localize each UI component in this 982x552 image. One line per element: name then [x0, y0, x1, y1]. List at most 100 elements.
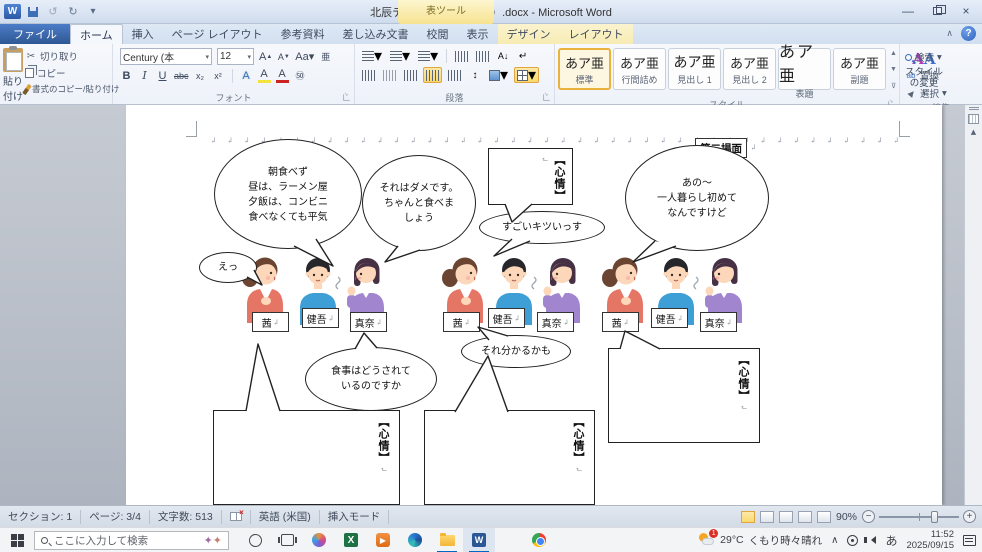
speech-bubble-anone[interactable]: あの～一人暮らし初めてなんですけど — [625, 145, 769, 251]
bullets-button[interactable]: ▾ — [360, 48, 384, 64]
enclose-characters-button[interactable]: ㊿ — [294, 68, 307, 83]
increase-indent-button[interactable] — [474, 48, 491, 64]
minimize-button[interactable]: — — [894, 2, 922, 20]
status-language[interactable]: 英語 (米国) — [251, 510, 320, 524]
sort-button[interactable]: A↓ — [495, 48, 511, 64]
tab-home[interactable]: ホーム — [70, 24, 123, 44]
view-fullscreen-button[interactable] — [760, 511, 774, 523]
align-center-button[interactable] — [381, 67, 398, 83]
status-char-count[interactable]: 文字数: 513 — [150, 510, 222, 524]
status-page[interactable]: ページ: 3/4 — [81, 510, 150, 524]
highlight-button[interactable]: A — [258, 68, 271, 83]
font-color-button[interactable]: A — [276, 68, 289, 83]
style-heading1[interactable]: あア亜見出し 1 — [668, 48, 721, 90]
speech-bubble-breakfast[interactable]: 朝食べず昼は、ラーメン屋夕飯は、コンビニ食べなくても平気 — [214, 139, 362, 249]
emotion-box-top[interactable]: 【心情】↲ — [488, 148, 573, 205]
strikethrough-button[interactable]: abc — [174, 68, 189, 83]
name-label-kengo[interactable]: 健吾↲ — [488, 308, 525, 328]
close-button[interactable]: × — [952, 2, 980, 20]
view-draft-button[interactable] — [817, 511, 831, 523]
zoom-slider[interactable] — [879, 516, 959, 518]
text-effects-button[interactable]: A — [240, 68, 253, 83]
tab-references[interactable]: 参考資料 — [272, 24, 334, 44]
file-explorer-button[interactable] — [431, 528, 463, 552]
media-player-button[interactable]: ▶ — [367, 528, 399, 552]
style-normal[interactable]: あア亜標準 — [558, 48, 611, 90]
weather-widget[interactable]: 1 29°C くもり時々晴れ — [699, 533, 822, 548]
emotion-box-left[interactable]: 【心情】↲ — [213, 410, 400, 505]
find-button[interactable]: 検索 ▾ — [903, 49, 949, 65]
grow-font-button[interactable]: A▲ — [259, 49, 272, 64]
styles-scroll-up[interactable]: ▲ — [890, 50, 897, 57]
ruby-button[interactable]: 亜 — [319, 49, 332, 64]
styles-scroll-down[interactable]: ▼ — [890, 66, 897, 73]
cortana-button[interactable] — [239, 528, 271, 552]
bold-button[interactable]: B — [120, 68, 133, 83]
speech-bubble-wakaru[interactable]: それ分かるかも — [461, 335, 571, 368]
tab-review[interactable]: 校閲 — [418, 24, 458, 44]
taskbar-search-input[interactable]: ここに入力して検索 ✦✦ — [34, 531, 229, 550]
line-spacing-button[interactable]: ↕ — [467, 67, 483, 83]
name-label-kengo[interactable]: 健吾↲ — [302, 308, 339, 328]
name-label-mana[interactable]: 真奈↲ — [537, 312, 574, 332]
view-outline-button[interactable] — [798, 511, 812, 523]
copilot-button[interactable] — [303, 528, 335, 552]
name-label-mana[interactable]: 真奈↲ — [350, 312, 387, 332]
vertical-scrollbar[interactable]: ▲ — [964, 105, 982, 505]
shading-button[interactable]: ▾ — [487, 67, 510, 83]
decrease-indent-button[interactable] — [453, 48, 470, 64]
speech-bubble-kitsui[interactable]: すごいキツいっす — [479, 211, 605, 244]
scroll-up-arrow[interactable]: ▲ — [971, 128, 976, 136]
styles-gallery-expand[interactable]: ⊽ — [891, 82, 896, 90]
tab-page-layout[interactable]: ページ レイアウト — [163, 24, 272, 44]
tab-insert[interactable]: 挿入 — [123, 24, 163, 44]
copy-button[interactable]: コピー — [23, 65, 121, 81]
excel-button[interactable]: X — [335, 528, 367, 552]
zoom-slider-thumb[interactable] — [931, 511, 938, 523]
status-section[interactable]: セクション: 1 — [0, 510, 81, 524]
save-button[interactable] — [25, 4, 41, 19]
status-insert-mode[interactable]: 挿入モード — [320, 510, 390, 524]
replace-button[interactable]: ab置換 — [903, 67, 949, 83]
speech-bubble-dame[interactable]: それはダメです。ちゃんと食べましょう — [362, 155, 476, 251]
name-label-kengo[interactable]: 健吾↲ — [651, 308, 688, 328]
notification-center-icon[interactable] — [963, 535, 976, 546]
shrink-font-button[interactable]: A▼ — [277, 49, 290, 64]
tab-table-design[interactable]: デザイン — [498, 24, 560, 44]
paragraph-dialog-launcher[interactable] — [543, 94, 549, 100]
show-marks-button[interactable]: ↵ — [515, 48, 531, 64]
justify-button[interactable] — [423, 67, 442, 83]
change-case-button[interactable]: Aa▾ — [295, 49, 314, 64]
split-handle-icon[interactable] — [969, 107, 979, 110]
help-button[interactable]: ? — [961, 26, 976, 41]
redo-button[interactable]: ↻ — [65, 4, 81, 19]
name-label-mana[interactable]: 真奈↲ — [700, 312, 737, 332]
tray-overflow-chevron[interactable]: ∧ — [831, 535, 838, 546]
subscript-button[interactable]: x₂ — [194, 68, 207, 83]
superscript-button[interactable]: x² — [212, 68, 225, 83]
undo-button[interactable]: ↺ — [45, 4, 61, 19]
format-painter-button[interactable]: 書式のコピー/貼り付け — [23, 82, 121, 96]
tab-view[interactable]: 表示 — [458, 24, 498, 44]
chrome-button[interactable] — [523, 528, 555, 552]
zoom-level[interactable]: 90% — [836, 511, 857, 523]
zoom-in-button[interactable]: + — [963, 510, 976, 523]
name-label-akane[interactable]: 茜↲ — [443, 312, 480, 332]
italic-button[interactable]: I — [138, 68, 151, 83]
font-dialog-launcher[interactable] — [343, 94, 349, 100]
numbering-button[interactable]: ▾ — [388, 48, 412, 64]
tab-table-layout[interactable]: レイアウト — [560, 24, 633, 44]
tray-status-icon[interactable] — [847, 535, 858, 546]
align-right-button[interactable] — [402, 67, 419, 83]
zoom-out-button[interactable]: − — [862, 510, 875, 523]
restore-button[interactable] — [923, 2, 951, 20]
font-size-select[interactable]: 12▾ — [217, 48, 254, 65]
name-label-akane[interactable]: 茜↲ — [252, 312, 289, 332]
volume-icon[interactable] — [867, 536, 876, 544]
view-print-layout-button[interactable] — [741, 511, 755, 523]
align-left-button[interactable] — [360, 67, 377, 83]
style-subtitle[interactable]: あア亜副題 — [833, 48, 886, 90]
speech-bubble-shokuji[interactable]: 食事はどうされているのですか — [305, 347, 437, 411]
style-no-spacing[interactable]: あア亜行間詰め — [613, 48, 666, 90]
cut-button[interactable]: ✂切り取り — [23, 48, 121, 64]
